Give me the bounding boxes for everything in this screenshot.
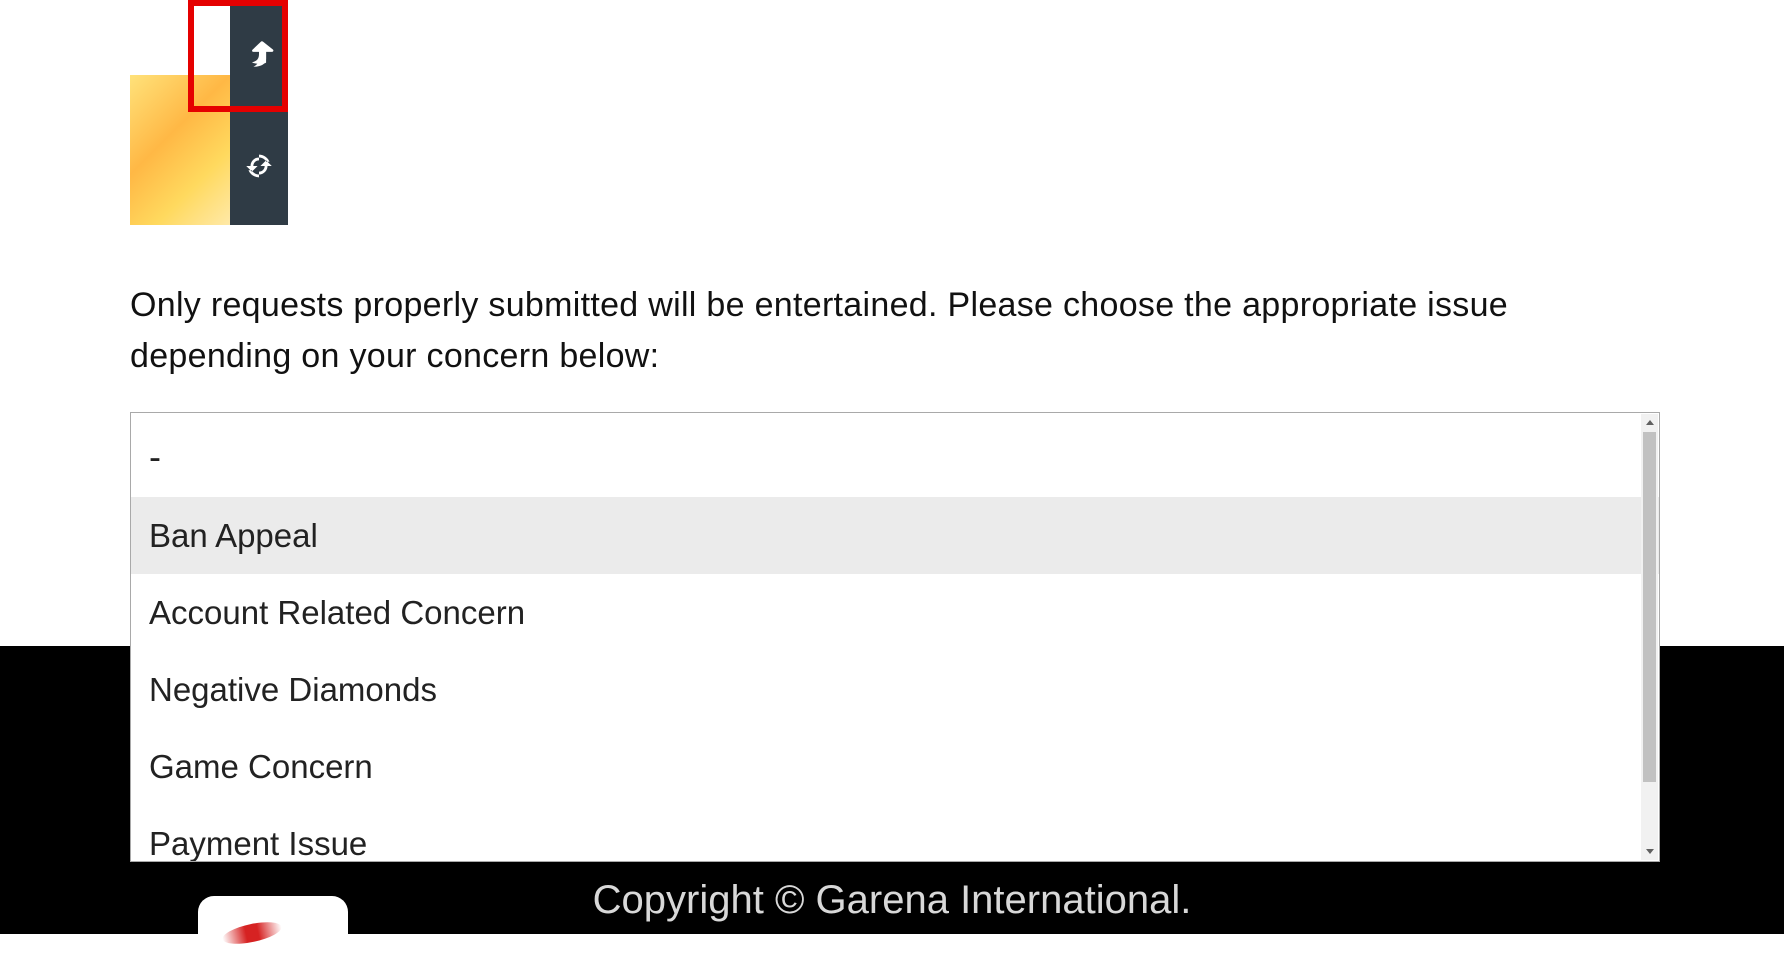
thumbnail-toolbar — [230, 0, 288, 225]
dropdown-option-game-concern[interactable]: Game Concern — [131, 728, 1659, 805]
dropdown-option-account[interactable]: Account Related Concern — [131, 574, 1659, 651]
attachment-thumbnail — [130, 0, 288, 225]
share-arrow-icon — [242, 37, 276, 76]
footer-logo — [198, 896, 348, 956]
issue-dropdown[interactable]: - Ban Appeal Account Related Concern Neg… — [130, 412, 1660, 862]
dropdown-option-payment[interactable]: Payment Issue — [131, 805, 1659, 862]
scroll-up-arrow-icon[interactable] — [1641, 414, 1658, 432]
instruction-text: Only requests properly submitted will be… — [130, 280, 1654, 382]
dropdown-option-placeholder[interactable]: - — [131, 413, 1659, 497]
dropdown-option-negative-diamonds[interactable]: Negative Diamonds — [131, 651, 1659, 728]
dropdown-scrollbar[interactable] — [1641, 414, 1658, 860]
refresh-button[interactable] — [230, 112, 288, 224]
refresh-icon — [242, 149, 276, 188]
scroll-thumb[interactable] — [1643, 432, 1656, 782]
scroll-down-arrow-icon[interactable] — [1641, 842, 1658, 860]
thumbnail-image — [130, 75, 230, 225]
dropdown-option-ban-appeal[interactable]: Ban Appeal — [131, 497, 1659, 574]
share-button[interactable] — [230, 0, 288, 112]
